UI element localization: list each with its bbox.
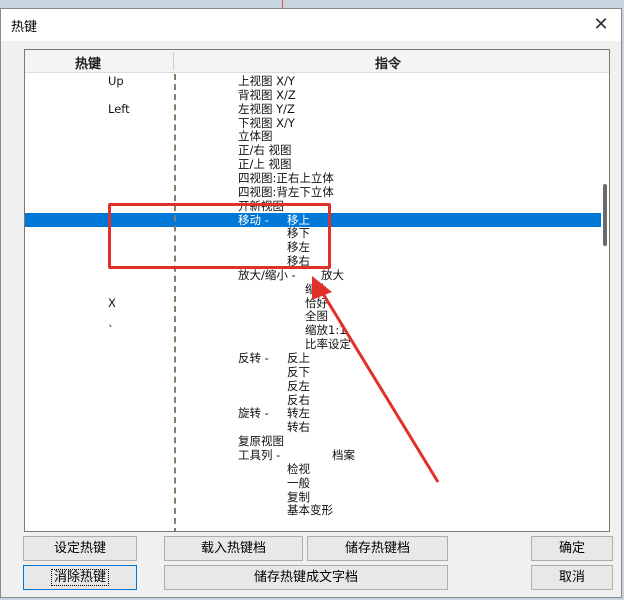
arrow-shaft [320, 291, 440, 483]
arrow-head [312, 276, 332, 300]
annotation-arrow [312, 276, 440, 483]
